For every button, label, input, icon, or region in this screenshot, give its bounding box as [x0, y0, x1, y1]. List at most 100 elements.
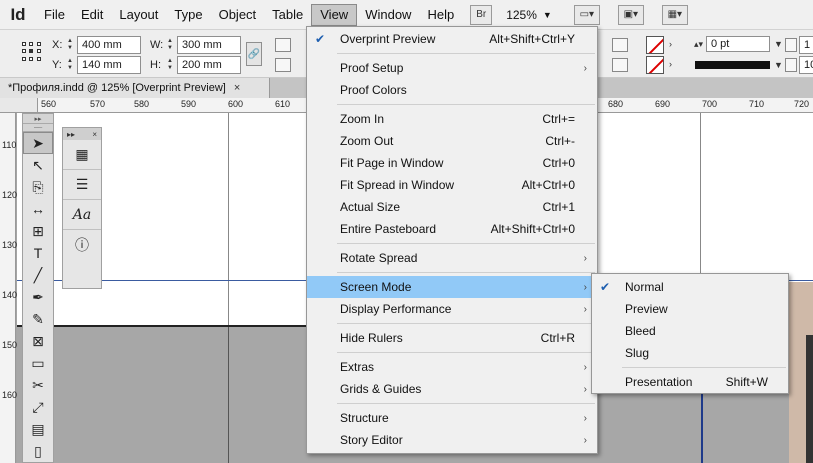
menu-item-fit-spread[interactable]: Fit Spread in Window Alt+Ctrl+0 [307, 174, 597, 196]
scale-x-icon[interactable] [275, 38, 291, 52]
corner-size-field[interactable]: 10 [799, 56, 813, 74]
chevron-right-icon[interactable]: › [669, 59, 672, 69]
stroke-weight-field[interactable]: 0 pt [706, 36, 770, 52]
stroke-weight-stepper[interactable]: ▴▾ [694, 39, 703, 50]
rectangle-frame-tool-icon[interactable]: ⊠ [23, 330, 53, 352]
type-tool-icon[interactable]: T [23, 242, 53, 264]
selection-tool-icon[interactable]: ➤ [23, 132, 53, 154]
stroke-swatch-icon[interactable] [646, 56, 664, 74]
free-transform-tool-icon[interactable]: ⤢ [23, 396, 53, 418]
submenu-item-normal[interactable]: ✔ Normal [592, 276, 788, 298]
content-collector-icon[interactable]: ⊞ [23, 220, 53, 242]
ruler-label: 130 [2, 240, 18, 250]
constrain-proportions-icon[interactable]: 🔗 [246, 42, 262, 66]
panel-grip[interactable]: ┈┈ [23, 124, 53, 132]
menu-item-shortcut: Ctrl+R [540, 331, 575, 345]
chevron-right-icon[interactable]: › [669, 39, 672, 49]
menu-window[interactable]: Window [357, 4, 419, 26]
menu-item-hide-rulers[interactable]: Hide Rulers Ctrl+R [307, 327, 597, 349]
menu-item-actual-size[interactable]: Actual Size Ctrl+1 [307, 196, 597, 218]
menu-item-story-editor[interactable]: Story Editor › [307, 429, 597, 451]
stroke-type-preview[interactable] [695, 61, 770, 69]
w-stepper[interactable]: ▲ ▼ [164, 36, 176, 54]
menu-item-proof-setup[interactable]: Proof Setup › [307, 57, 597, 79]
close-icon[interactable]: × [92, 130, 97, 139]
ruler-label: 150 [2, 340, 18, 350]
submenu-item-presentation[interactable]: Presentation Shift+W [592, 371, 788, 393]
menu-edit[interactable]: Edit [73, 4, 111, 26]
menu-type[interactable]: Type [166, 4, 210, 26]
scissors-tool-icon[interactable]: ✂ [23, 374, 53, 396]
menu-table[interactable]: Table [264, 4, 311, 26]
info-icon[interactable]: ⓘ [63, 230, 101, 260]
chevron-down-icon[interactable]: ▼ [774, 39, 783, 49]
y-field[interactable]: 140 mm [77, 56, 141, 74]
x-stepper[interactable]: ▲ ▼ [64, 36, 76, 54]
menu-item-label: Normal [625, 280, 664, 294]
submenu-item-preview[interactable]: Preview [592, 298, 788, 320]
pen-tool-icon[interactable]: ✒ [23, 286, 53, 308]
menu-layout[interactable]: Layout [111, 4, 166, 26]
paragraph-styles-icon[interactable]: ☰ [63, 170, 101, 200]
collapse-icon[interactable]: ▸▸ [67, 130, 75, 139]
line-tool-icon[interactable]: ╱ [23, 264, 53, 286]
view-options-icon[interactable]: ▭▾ [573, 4, 600, 25]
corner-options-icon[interactable] [785, 58, 797, 72]
vertical-ruler[interactable]: 110 120 130 140 150 160 [0, 113, 18, 463]
reference-point-icon[interactable] [22, 42, 42, 62]
gradient-tool-icon[interactable]: ▤ [23, 418, 53, 440]
effects-icon[interactable] [785, 38, 797, 52]
opacity-field[interactable]: 1 [799, 36, 813, 54]
table-icon[interactable]: ▦ [63, 140, 101, 170]
note-tool-icon[interactable]: ▯ [23, 440, 53, 462]
zoom-level-select[interactable]: 125% ▼ [506, 8, 552, 22]
menu-item-entire-pasteboard[interactable]: Entire Pasteboard Alt+Shift+Ctrl+0 [307, 218, 597, 240]
menu-item-overprint-preview[interactable]: ✔ Overprint Preview Alt+Shift+Ctrl+Y [307, 28, 597, 50]
ruler-origin[interactable] [0, 98, 38, 113]
character-styles-icon[interactable]: Aa [63, 200, 101, 230]
ruler-label: 690 [655, 99, 671, 109]
document-tab[interactable]: *Профиля.indd @ 125% [Overprint Preview]… [0, 78, 270, 98]
menu-item-structure[interactable]: Structure › [307, 407, 597, 429]
menu-item-rotate-spread[interactable]: Rotate Spread › [307, 247, 597, 269]
direct-selection-tool-icon[interactable]: ↖ [23, 154, 53, 176]
menu-item-screen-mode[interactable]: Screen Mode › [307, 276, 597, 298]
pencil-tool-icon[interactable]: ✎ [23, 308, 53, 330]
bridge-button[interactable]: Br [470, 4, 493, 25]
h-stepper[interactable]: ▲ ▼ [164, 56, 176, 74]
h-field[interactable]: 200 mm [177, 56, 241, 74]
chevron-down-icon[interactable]: ▼ [774, 60, 783, 70]
close-icon[interactable]: × [234, 82, 240, 94]
menu-item-proof-colors[interactable]: Proof Colors [307, 79, 597, 101]
menu-item-extras[interactable]: Extras › [307, 356, 597, 378]
menu-help[interactable]: Help [419, 4, 462, 26]
menu-item-grids-guides[interactable]: Grids & Guides › [307, 378, 597, 400]
scale-y-icon[interactable] [275, 58, 291, 72]
panel-header[interactable]: ▸▸ × [63, 128, 101, 140]
arrange-documents-icon[interactable]: ▦▾ [661, 4, 688, 25]
ruler-label: 700 [702, 99, 718, 109]
gap-tool-icon[interactable]: ↔ [23, 198, 53, 220]
panel-grip[interactable]: ▸▸ [23, 114, 53, 124]
menu-item-fit-page[interactable]: Fit Page in Window Ctrl+0 [307, 152, 597, 174]
submenu-item-bleed[interactable]: Bleed [592, 320, 788, 342]
page-tool-icon[interactable]: ⎘ [23, 176, 53, 198]
column-guide[interactable] [228, 113, 229, 325]
menu-file[interactable]: File [36, 4, 73, 26]
y-stepper[interactable]: ▲ ▼ [64, 56, 76, 74]
menu-item-zoom-in[interactable]: Zoom In Ctrl+= [307, 108, 597, 130]
menu-view[interactable]: View [311, 3, 358, 26]
x-field[interactable]: 400 mm [77, 36, 141, 54]
flip-vertical-icon[interactable] [612, 58, 628, 72]
menu-item-zoom-out[interactable]: Zoom Out Ctrl+- [307, 130, 597, 152]
menu-item-display-performance[interactable]: Display Performance › [307, 298, 597, 320]
flip-horizontal-icon[interactable] [612, 38, 628, 52]
w-field[interactable]: 300 mm [177, 36, 241, 54]
screen-mode-icon[interactable]: ▣▾ [617, 4, 644, 25]
rectangle-tool-icon[interactable]: ▭ [23, 352, 53, 374]
fill-swatch-icon[interactable] [646, 36, 664, 54]
submenu-item-slug[interactable]: Slug [592, 342, 788, 364]
menu-item-shortcut: Alt+Shift+Ctrl+0 [490, 222, 575, 236]
menu-object[interactable]: Object [211, 4, 265, 26]
menu-item-label: Fit Page in Window [340, 156, 444, 170]
